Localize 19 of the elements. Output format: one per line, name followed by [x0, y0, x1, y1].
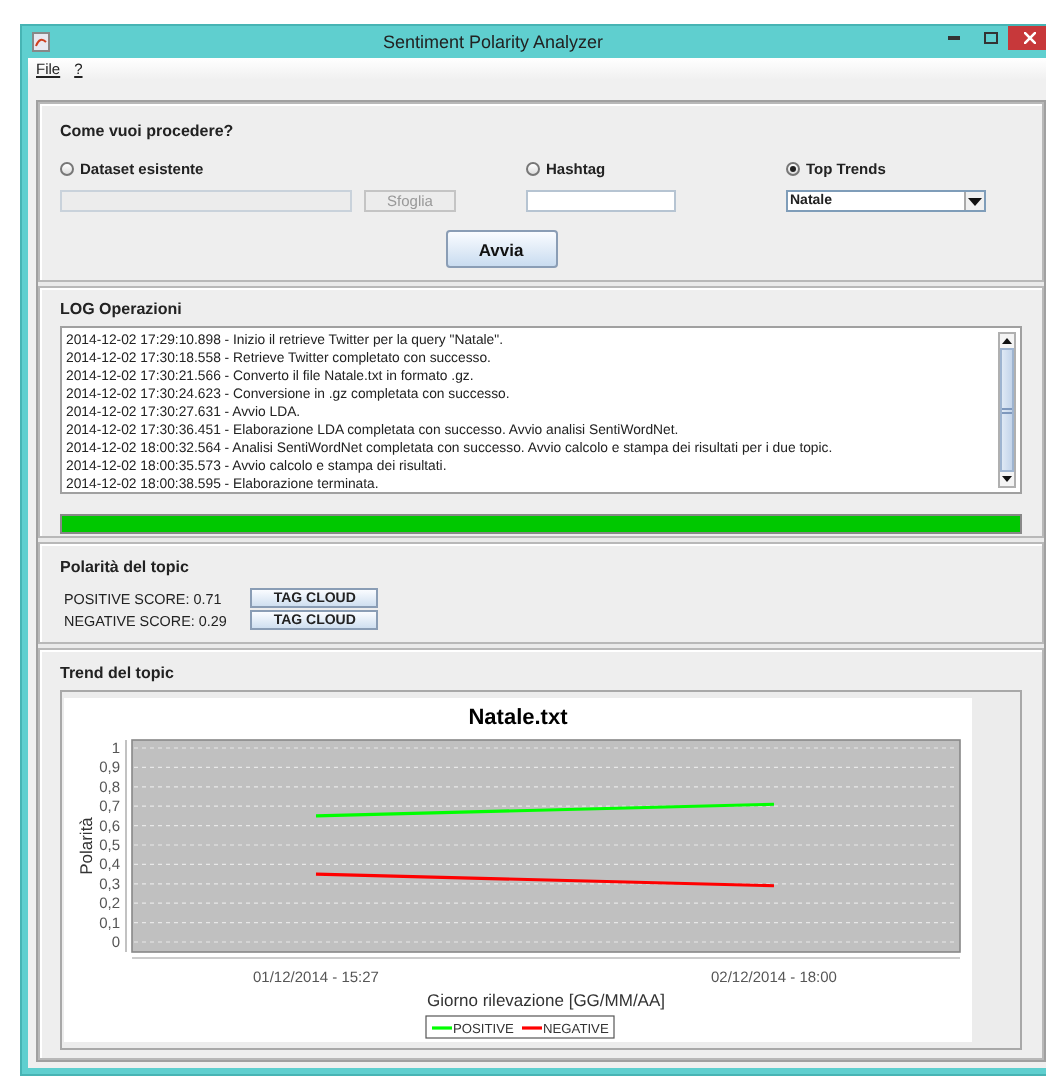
app-icon — [32, 32, 50, 53]
scrollbar[interactable] — [998, 332, 1016, 488]
section-title: LOG Operazioni — [60, 300, 182, 318]
radio-button[interactable] — [526, 161, 540, 175]
file-path-field[interactable] — [60, 190, 352, 212]
hashtag-field[interactable] — [526, 190, 676, 212]
grip-icon — [1002, 407, 1012, 413]
window-title: Sentiment Polarity Analyzer — [380, 32, 606, 53]
y-axis-title: Polarità — [76, 817, 96, 875]
radio-button[interactable] — [786, 161, 800, 175]
start-button[interactable]: Avvia — [445, 230, 557, 268]
caret-icon — [968, 197, 982, 205]
section-title: Polarità del topic — [60, 558, 189, 576]
close-icon[interactable] — [1024, 32, 1036, 44]
chart-title: Natale.txt — [468, 706, 568, 730]
section-title: Come vuoi procedere? — [60, 122, 234, 140]
section-title: Trend del topic — [60, 664, 174, 682]
x-axis-title: Giorno rilevazione [GG/MM/AA] — [426, 990, 666, 1010]
maximize-icon[interactable] — [983, 32, 997, 44]
